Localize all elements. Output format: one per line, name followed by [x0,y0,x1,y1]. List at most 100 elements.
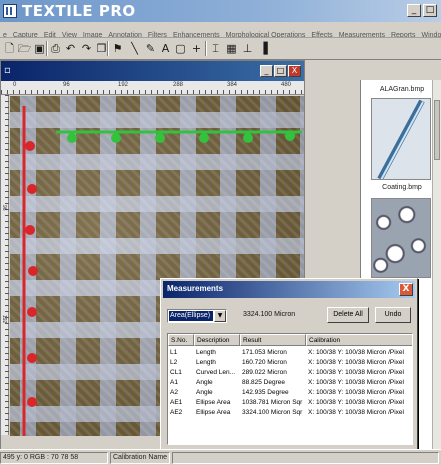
table-cell: X: 100/38 Y: 100/38 Micron /Pixel [308,369,404,376]
dialog-close-button[interactable]: X [399,283,413,296]
chevron-down-icon[interactable]: ▼ [214,310,226,322]
green-marker[interactable] [243,133,253,143]
dialog-title-bar[interactable]: Measurements X [163,281,415,298]
table-cell: 171.053 Micron [242,349,287,356]
table-row[interactable]: L1 Length 171.053 Micron X: 100/38 Y: 100/3… [168,348,412,358]
flag-icon[interactable]: ⚑ [110,41,125,56]
table-cell: Angle [196,379,213,386]
menu-item[interactable]: Enhancements [170,29,223,37]
menu-bar: e Capture Edit View Image Annotation Filters En… [0,22,441,38]
measurements-dialog: Measurements X Area(Ellipse) ▼ 3324.100 … [160,278,418,450]
toolbar: 🗋 🗁 ▣ ⎙ ↶ ↷ ❐ ⚑ ╲ ✎ A ▢ + ⌶ ▦ ⊥ ▐ [0,38,441,60]
ruler-label: 288 [173,82,184,88]
thumbnail-coating-image[interactable] [371,198,431,278]
delete-all-button[interactable]: Delete All [327,307,369,323]
table-row[interactable]: CL1 Curved Len... 289.022 Micron X: 100/38 … [168,368,412,378]
column-header[interactable]: Description [194,334,240,346]
menu-item[interactable]: Capture [10,29,41,37]
save-icon[interactable]: ▣ [32,41,47,56]
brush-icon[interactable]: ✎ [143,41,158,56]
image-close-button[interactable]: X [288,65,301,77]
column-header[interactable]: Calibration [306,334,412,346]
vertical-ruler: 96 192 [1,95,9,435]
app-title-bar: TEXTILE PRO _ □ [0,0,441,22]
table-row[interactable]: L2 Length 160.720 Micron X: 100/38 Y: 100/3… [168,358,412,368]
thumbnail-scrollbar[interactable] [432,80,441,449]
calibrate-icon[interactable]: ⊥ [240,41,255,56]
image-minimize-button[interactable]: _ [260,65,273,77]
green-marker[interactable] [155,133,165,143]
image-maximize-button[interactable]: □ [274,65,287,77]
table-cell: X: 100/38 Y: 100/38 Micron /Pixel [308,359,404,366]
text-icon[interactable]: A [158,41,173,56]
thumbnail-label[interactable]: Coating.bmp [367,184,437,191]
table-cell: Ellipse Area [196,399,231,406]
red-marker[interactable] [27,397,37,407]
ruler-label: 96 [63,82,70,88]
menu-item[interactable]: Measurements [336,29,388,37]
red-marker[interactable] [27,307,37,317]
image-icon[interactable]: ▦ [224,41,239,56]
vruler-label: 192 [1,315,7,324]
image-window-title-bar[interactable]: ▫ _ □ X [1,61,304,81]
menu-item[interactable]: Annotation [105,29,144,37]
table-row[interactable]: A1 Angle 88.825 Degree X: 100/38 Y: 100/38 … [168,378,412,388]
measurements-table: S.No. Description Result Calibration L1 L… [167,333,413,445]
menu-item[interactable]: Reports [388,29,419,37]
red-marker[interactable] [25,141,35,151]
green-marker[interactable] [285,131,295,141]
menu-item[interactable]: Image [80,29,105,37]
table-cell: Curved Len... [196,369,236,376]
measured-value: 3324.100 Micron [243,311,296,318]
measurement-type-value: Area(Ellipse) [169,311,213,321]
app-window: TEXTILE PRO _ □ e Capture Edit View Image Ann… [0,0,441,465]
table-row[interactable]: A2 Angle 142.935 Degree X: 100/38 Y: 100/38… [168,388,412,398]
pen-icon[interactable]: ╲ [127,41,142,56]
redo-icon[interactable]: ↷ [79,41,94,56]
red-marker[interactable] [27,353,37,363]
column-header[interactable]: Result [240,334,306,346]
green-marker[interactable] [199,133,209,143]
new-icon[interactable]: 🗋 [2,41,17,56]
open-icon[interactable]: 🗁 [17,41,32,56]
thumbnail-fiber-image[interactable] [371,98,431,180]
green-marker[interactable] [111,133,121,143]
red-marker[interactable] [25,225,35,235]
table-cell: L2 [170,359,178,366]
crosshair-icon[interactable]: + [189,41,204,56]
menu-item[interactable]: e [0,29,10,37]
table-cell: A1 [170,379,178,386]
red-marker[interactable] [28,266,38,276]
maximize-button[interactable]: □ [423,4,437,17]
menu-item[interactable]: Effects [308,29,335,37]
menu-item[interactable]: Morphological Operations [223,29,309,37]
measure-icon[interactable]: ⌶ [208,41,223,56]
menu-item[interactable]: Window [419,29,441,37]
minimize-button[interactable]: _ [407,4,421,17]
document-icon: ▫ [4,65,11,76]
table-cell: 142.935 Degree [242,389,289,396]
print-icon[interactable]: ⎙ [48,41,63,56]
table-row[interactable]: AE2 Ellipse Area 3324.100 Micron Sqr X: 100… [168,408,412,418]
scrollbar-thumb[interactable] [434,100,440,160]
table-row[interactable]: AE1 Ellipse Area 1038.781 Micron Sqr X: 100… [168,398,412,408]
report-icon[interactable]: ▐ [256,41,271,56]
column-header[interactable]: S.No. [168,334,194,346]
rectangle-icon[interactable]: ▢ [173,41,188,56]
green-marker[interactable] [67,133,77,143]
table-cell: X: 100/38 Y: 100/38 Micron /Pixel [308,389,404,396]
measurement-type-select[interactable]: Area(Ellipse) ▼ [167,309,227,323]
menu-item[interactable]: Filters [145,29,170,37]
table-cell: Length [196,359,216,366]
thumbnail-label[interactable]: ALAGran.bmp [367,86,437,93]
table-cell: X: 100/38 Y: 100/38 Micron /Pixel [308,349,404,356]
menu-item[interactable]: View [59,29,80,37]
menu-item[interactable]: Edit [41,29,59,37]
undo-button[interactable]: Undo [375,307,411,323]
fiber-icon [377,99,425,179]
toolbar-separator [205,41,206,56]
status-calibration: Calibration Name [110,452,170,464]
red-marker[interactable] [27,184,37,194]
table-cell: 1038.781 Micron Sqr [242,399,303,406]
undo-icon[interactable]: ↶ [63,41,78,56]
